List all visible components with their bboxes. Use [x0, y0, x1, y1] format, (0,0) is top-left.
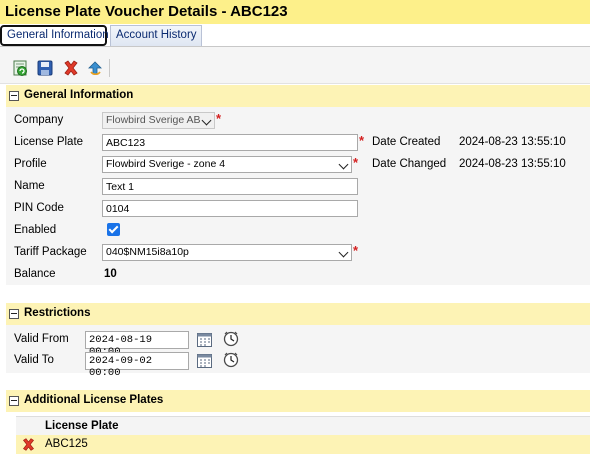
valid-to-label: Valid To	[14, 354, 54, 366]
delete-icon[interactable]	[21, 437, 36, 452]
back-icon[interactable]	[86, 59, 104, 77]
tab-strip: General Information Account History	[0, 24, 590, 47]
pin-code-input[interactable]	[102, 200, 358, 217]
required-mark: *	[353, 155, 359, 170]
date-created-value: 2024-08-23 13:55:10	[459, 136, 566, 148]
collapse-icon[interactable]	[9, 309, 19, 319]
profile-select[interactable]: Flowbird Sverige - zone 4	[102, 156, 352, 173]
toolbar-separator	[109, 59, 110, 77]
collapse-icon[interactable]	[9, 396, 19, 406]
company-select[interactable]: Flowbird Sverige AB	[102, 112, 215, 129]
save-icon[interactable]	[36, 59, 54, 77]
calendar-icon[interactable]	[197, 332, 212, 347]
date-changed-label: Date Changed	[372, 158, 447, 170]
table-row: ABC125	[16, 435, 590, 454]
tariff-package-label: Tariff Package	[14, 246, 87, 258]
valid-from-label: Valid From	[14, 333, 69, 345]
profile-value: Flowbird Sverige - zone 4	[106, 158, 226, 170]
clock-icon[interactable]	[223, 331, 239, 347]
required-mark: *	[353, 243, 359, 258]
table-header: License Plate	[16, 416, 590, 435]
restrictions-body: Valid From 2024-08-19 00:00 Valid To 202…	[6, 325, 590, 379]
page-title: License Plate Voucher Details - ABC123	[0, 0, 590, 24]
balance-value: 10	[104, 268, 117, 280]
toolbar	[0, 47, 590, 84]
license-plate-input[interactable]	[102, 134, 358, 151]
chevron-down-icon	[338, 159, 349, 170]
refresh-icon[interactable]	[11, 59, 29, 77]
name-label: Name	[14, 180, 45, 192]
section-general-information: General Information	[6, 85, 590, 107]
company-value: Flowbird Sverige AB	[106, 114, 201, 126]
section-restrictions: Restrictions	[6, 303, 590, 325]
section-additional-license-plates: Additional License Plates	[6, 390, 590, 412]
profile-label: Profile	[14, 158, 47, 170]
valid-to-input[interactable]: 2024-09-02 00:00	[85, 352, 189, 379]
date-changed-value: 2024-08-23 13:55:10	[459, 158, 566, 170]
enabled-label: Enabled	[14, 224, 57, 236]
collapse-icon[interactable]	[9, 91, 19, 101]
calendar-icon[interactable]	[197, 353, 212, 368]
license-plate-cell: ABC125	[45, 438, 88, 450]
license-plate-label: License Plate	[14, 136, 84, 148]
section-title: Additional License Plates	[24, 394, 164, 406]
section-title: General Information	[24, 89, 134, 101]
general-information-body: Company Flowbird Sverige AB * License Pl…	[6, 107, 590, 285]
tariff-package-select[interactable]: 040$NM15i8a10p	[102, 244, 352, 261]
chevron-down-icon	[338, 247, 349, 258]
enabled-checkbox[interactable]	[107, 223, 120, 236]
date-created-label: Date Created	[372, 136, 441, 148]
section-title: Restrictions	[24, 307, 91, 319]
pin-code-label: PIN Code	[14, 202, 64, 214]
company-label: Company	[14, 114, 64, 126]
clock-icon[interactable]	[223, 352, 239, 368]
chevron-down-icon	[201, 115, 212, 126]
tariff-package-value: 040$NM15i8a10p	[106, 246, 189, 258]
required-mark: *	[216, 111, 222, 126]
required-mark: *	[359, 133, 365, 148]
valid-from-input[interactable]: 2024-08-19 00:00	[85, 331, 189, 358]
tab-account-history[interactable]: Account History	[110, 25, 202, 46]
tab-general-information[interactable]: General Information	[0, 25, 109, 46]
balance-label: Balance	[14, 268, 56, 280]
name-input[interactable]	[102, 178, 358, 195]
column-license-plate: License Plate	[45, 420, 119, 432]
delete-icon[interactable]	[62, 59, 80, 77]
